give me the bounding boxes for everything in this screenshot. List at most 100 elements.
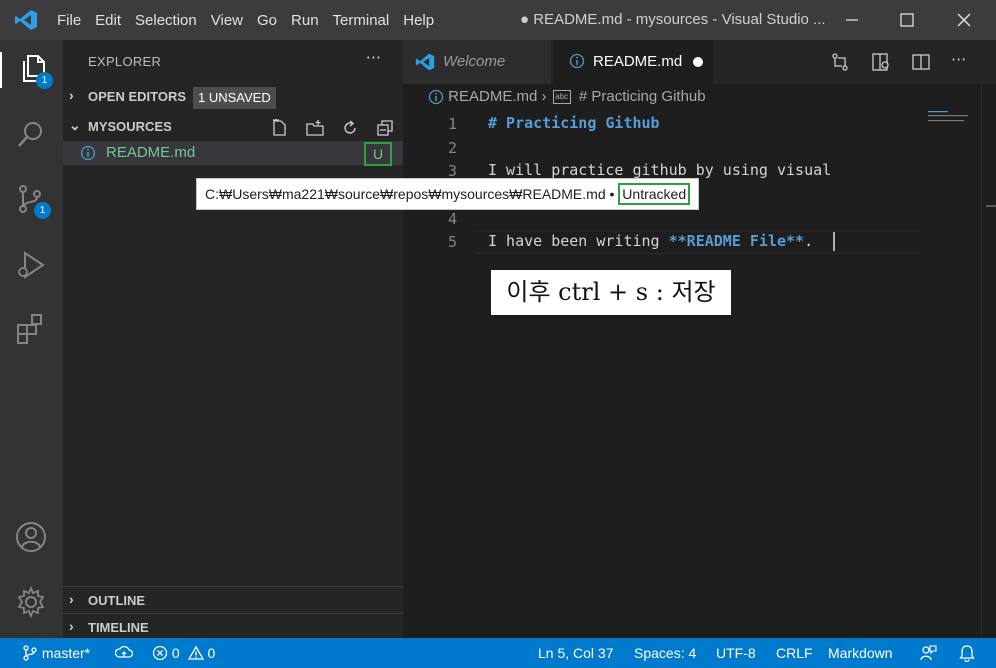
- timeline-section[interactable]: › TIMELINE: [63, 613, 403, 640]
- branch-name: master*: [41, 645, 91, 661]
- file-row-readme[interactable]: README.md U: [63, 141, 403, 166]
- code-text: .: [804, 232, 814, 250]
- line-number: 5: [447, 233, 457, 251]
- timeline-label: TIMELINE: [88, 620, 149, 635]
- explorer-activity-button[interactable]: 1: [0, 52, 64, 89]
- status-bar: master* 0 0 Ln 5, Col 37 Spaces: 4 UTF-8…: [0, 638, 996, 668]
- split-editor-icon[interactable]: [911, 52, 931, 72]
- refresh-icon[interactable]: [341, 119, 359, 137]
- annotation-label: 이후 ctrl + s : 저장: [491, 270, 731, 315]
- info-icon: [569, 53, 589, 73]
- untracked-status-badge: U: [364, 142, 392, 166]
- chevron-down-icon: ⌄: [69, 117, 81, 133]
- problems-indicator[interactable]: 0 0: [152, 645, 215, 661]
- open-editors-label: OPEN EDITORS: [88, 89, 187, 104]
- chevron-right-icon: ›: [541, 88, 551, 105]
- file-name: README.md: [106, 144, 196, 161]
- explorer-title: EXPLORER: [88, 54, 162, 69]
- more-actions-icon[interactable]: ···: [951, 50, 971, 70]
- code-line-3[interactable]: I will practice github by using visual: [488, 161, 831, 179]
- new-file-icon[interactable]: [270, 119, 288, 137]
- menu-view[interactable]: View: [204, 12, 250, 29]
- chevron-right-icon: ›: [69, 87, 74, 103]
- extensions-activity-button[interactable]: [14, 312, 50, 348]
- editor-tabs: Welcome README.md ···: [403, 40, 996, 84]
- tab-readme-label: README.md: [593, 53, 683, 70]
- open-preview-icon[interactable]: [871, 52, 891, 72]
- unsaved-dot-icon[interactable]: [693, 57, 703, 67]
- menu-file[interactable]: File: [50, 12, 88, 29]
- code-text: I will practice github by using visual: [488, 161, 832, 179]
- symbol-string-icon: abc: [552, 90, 571, 105]
- warning-icon: [187, 645, 204, 661]
- menu-terminal[interactable]: Terminal: [326, 12, 397, 29]
- language-mode[interactable]: Markdown: [828, 645, 893, 661]
- info-icon: [80, 145, 96, 161]
- tab-readme[interactable]: README.md: [553, 40, 713, 84]
- explorer-sidebar: EXPLORER ··· › OPEN EDITORS 1 UNSAVED ⌄ …: [63, 40, 403, 638]
- tab-welcome[interactable]: Welcome: [403, 40, 551, 84]
- tab-welcome-label: Welcome: [443, 53, 506, 70]
- end-of-line[interactable]: CRLF: [776, 645, 813, 661]
- sync-icon[interactable]: [115, 645, 133, 661]
- maximize-button[interactable]: [895, 8, 919, 32]
- window-title: ● README.md - mysources - Visual Studio …: [520, 11, 826, 28]
- cursor-position[interactable]: Ln 5, Col 37: [538, 645, 614, 661]
- feedback-icon[interactable]: [919, 644, 937, 662]
- indentation[interactable]: Spaces: 4: [634, 645, 696, 661]
- explorer-badge: 1: [36, 72, 53, 89]
- accounts-activity-button[interactable]: [14, 520, 50, 556]
- tooltip-status: Untracked: [618, 183, 691, 205]
- minimap[interactable]: [926, 110, 981, 130]
- notifications-bell-icon[interactable]: [958, 644, 976, 662]
- unsaved-badge: 1 UNSAVED: [193, 87, 276, 109]
- error-icon: [152, 645, 168, 661]
- git-branch-icon: [22, 645, 38, 661]
- folder-label: MYSOURCES: [88, 119, 172, 134]
- breadcrumb-symbol[interactable]: # Practicing Github: [579, 88, 706, 105]
- menu-edit[interactable]: Edit: [88, 12, 128, 29]
- outline-section[interactable]: › OUTLINE: [63, 586, 403, 613]
- run-debug-icon: [14, 248, 50, 282]
- open-changes-icon[interactable]: [830, 52, 850, 72]
- manage-activity-button[interactable]: [14, 585, 50, 621]
- run-debug-activity-button[interactable]: [14, 248, 50, 284]
- outline-label: OUTLINE: [88, 593, 146, 608]
- extensions-icon: [14, 312, 50, 346]
- account-icon: [14, 520, 50, 554]
- bold-text: **README File**: [668, 232, 805, 250]
- warning-count: 0: [207, 645, 216, 661]
- menu-selection[interactable]: Selection: [128, 12, 204, 29]
- code-line-1[interactable]: # Practicing Github: [488, 114, 660, 132]
- chevron-right-icon: ›: [69, 618, 74, 634]
- menu-go[interactable]: Go: [250, 12, 284, 29]
- minimize-button[interactable]: [840, 8, 864, 32]
- scrollbar-marker: [986, 205, 996, 207]
- breadcrumb-file[interactable]: README.md: [448, 88, 537, 105]
- breadcrumb: README.md › abc # Practicing Github: [428, 88, 706, 105]
- vscode-logo-icon: [415, 52, 435, 72]
- line-number: 1: [447, 115, 457, 133]
- search-activity-button[interactable]: [14, 118, 50, 154]
- search-icon: [14, 118, 50, 152]
- editor-scrollbar[interactable]: [981, 84, 996, 638]
- menu-run[interactable]: Run: [284, 12, 326, 29]
- text-cursor: [833, 232, 835, 251]
- encoding[interactable]: UTF-8: [716, 645, 756, 661]
- tooltip-path: C:₩Users₩ma221₩source₩repos₩mysources₩RE…: [205, 186, 619, 202]
- info-icon: [428, 89, 444, 105]
- code-line-5[interactable]: I have been writing **README File**.: [488, 232, 813, 250]
- activity-bar: 1 1: [0, 40, 63, 638]
- source-control-activity-button[interactable]: 1: [14, 182, 51, 219]
- scm-badge: 1: [34, 202, 51, 219]
- line-number: 4: [447, 210, 457, 228]
- code-text: I have been writing: [488, 232, 669, 250]
- menu-bar: File Edit Selection View Go Run Terminal…: [50, 0, 441, 40]
- menu-help[interactable]: Help: [396, 12, 441, 29]
- branch-indicator[interactable]: master*: [22, 645, 90, 661]
- close-button[interactable]: [952, 8, 976, 32]
- collapse-all-icon[interactable]: [376, 119, 394, 137]
- title-bar: File Edit Selection View Go Run Terminal…: [0, 0, 996, 40]
- more-actions-icon[interactable]: ···: [366, 48, 381, 67]
- new-folder-icon[interactable]: [306, 119, 324, 137]
